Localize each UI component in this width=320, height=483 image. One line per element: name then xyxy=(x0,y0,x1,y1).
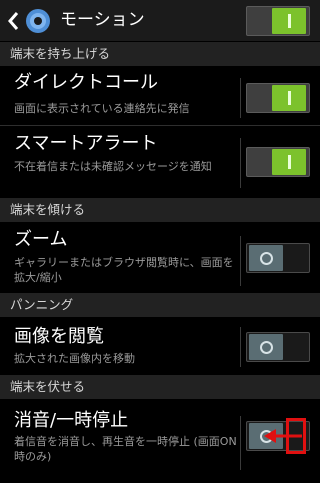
zoom-desc: ギャラリーまたはブラウザ閲覧時に、画面を拡大/縮小 xyxy=(14,256,234,284)
zoom-title: ズーム xyxy=(14,229,68,250)
divider xyxy=(240,416,241,470)
smart-alert-title: スマートアラート xyxy=(14,133,158,154)
arrow-left-icon xyxy=(264,429,302,443)
divider xyxy=(0,125,320,126)
divider xyxy=(240,236,241,286)
browse-image-desc: 拡大された画像内を移動 xyxy=(14,352,135,365)
browse-image-title: 画像を閲覧 xyxy=(14,326,104,347)
page-title: モーション xyxy=(60,10,145,30)
divider xyxy=(240,78,241,118)
mute-pause-desc: 着信音を消音し、再生音を一時停止 (画面ON時のみ) xyxy=(14,435,237,463)
smart-alert-desc: 不在着信または未確認メッセージを通知 xyxy=(14,160,212,173)
mute-pause-title: 消音/一時停止 xyxy=(14,410,129,431)
back-chevron-icon[interactable] xyxy=(6,10,20,32)
zoom-toggle[interactable] xyxy=(246,243,310,273)
gear-icon xyxy=(26,9,50,33)
motion-master-toggle[interactable] xyxy=(246,6,310,36)
direct-call-title: ダイレクトコール xyxy=(14,72,158,93)
section-header-lift: 端末を持ち上げる xyxy=(0,42,320,66)
direct-call-toggle[interactable] xyxy=(246,83,310,113)
direct-call-desc: 画面に表示されている連絡先に発信 xyxy=(14,102,190,115)
divider xyxy=(240,327,241,367)
section-header-tilt: 端末を傾ける xyxy=(0,198,320,222)
browse-image-toggle[interactable] xyxy=(246,332,310,362)
section-header-flip: 端末を伏せる xyxy=(0,375,320,399)
section-header-panning: パンニング xyxy=(0,293,320,317)
divider xyxy=(240,138,241,188)
smart-alert-toggle[interactable] xyxy=(246,147,310,177)
